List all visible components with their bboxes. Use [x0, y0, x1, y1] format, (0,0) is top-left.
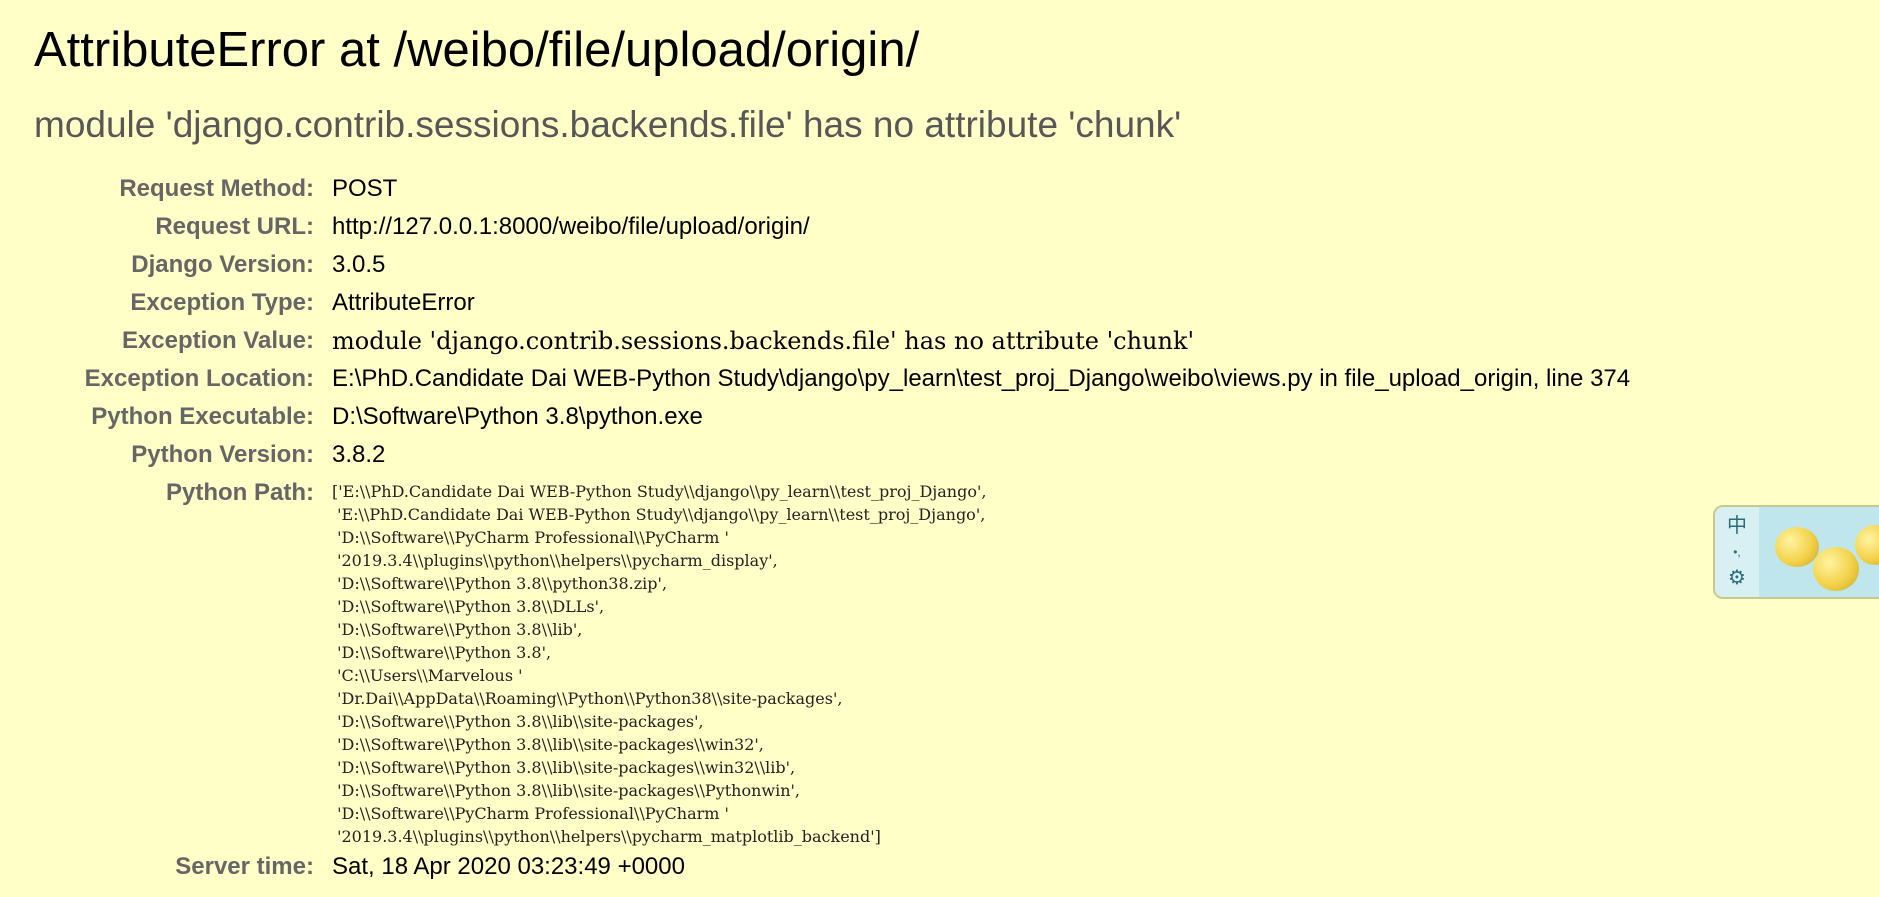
lemon-skin-decoration [1813, 547, 1859, 591]
python-version-label: Python Version: [131, 441, 314, 468]
server-time-label: Server time: [175, 853, 314, 880]
server-time-value: Sat, 18 Apr 2020 03:23:49 +0000 [332, 853, 685, 880]
request-url-value: http://127.0.0.1:8000/weibo/file/upload/… [332, 213, 810, 240]
python-version-value: 3.8.2 [332, 441, 386, 468]
meta-row-exception-value: Exception Value: module 'django.contrib.… [0, 322, 1630, 360]
python-path-label: Python Path: [166, 479, 314, 506]
meta-row-exception-location: Exception Location: E:\PhD.Candidate Dai… [0, 360, 1630, 398]
meta-row-request-url: Request URL: http://127.0.0.1:8000/weibo… [0, 208, 1630, 246]
django-version-label: Django Version: [131, 251, 314, 278]
error-title: AttributeError at /weibo/file/upload/ori… [34, 23, 920, 77]
meta-row-python-executable: Python Executable: D:\Software\Python 3.… [0, 398, 1630, 436]
request-method-label: Request Method: [119, 175, 314, 202]
meta-row-server-time: Server time: Sat, 18 Apr 2020 03:23:49 +… [0, 848, 1630, 886]
exception-type-value: AttributeError [332, 289, 475, 316]
meta-row-python-version: Python Version: 3.8.2 [0, 436, 1630, 474]
ime-toolbar: 中 •, ⚙ [1715, 507, 1759, 597]
exception-location-value: E:\PhD.Candidate Dai WEB-Python Study\dj… [332, 365, 1631, 392]
django-error-page: AttributeError at /weibo/file/upload/ori… [0, 0, 1879, 897]
meta-row-python-path: Python Path: ['E:\\PhD.Candidate Dai WEB… [0, 474, 1630, 848]
meta-row-request-method: Request Method: POST [0, 170, 1630, 208]
django-version-value: 3.0.5 [332, 251, 386, 278]
settings-icon[interactable]: ⚙ [1728, 568, 1746, 588]
python-path-value: ['E:\\PhD.Candidate Dai WEB-Python Study… [332, 482, 987, 846]
python-path-cell: ['E:\\PhD.Candidate Dai WEB-Python Study… [332, 474, 1630, 848]
lemon-skin-decoration [1855, 525, 1879, 565]
exception-location-label: Exception Location: [84, 365, 314, 392]
exception-type-label: Exception Type: [130, 289, 314, 316]
lemon-skin-decoration [1775, 527, 1819, 567]
python-executable-value: D:\Software\Python 3.8\python.exe [332, 403, 703, 430]
punctuation-icon[interactable]: •, [1733, 546, 1741, 558]
chinese-mode-icon[interactable]: 中 [1727, 516, 1747, 536]
request-meta-table: Request Method: POST Request URL: http:/… [0, 170, 1630, 886]
ime-floating-widget[interactable]: 中 •, ⚙ [1713, 505, 1879, 599]
request-method-value: POST [332, 175, 398, 202]
exception-value-label: Exception Value: [121, 327, 314, 354]
request-url-label: Request URL: [155, 213, 314, 240]
python-executable-label: Python Executable: [91, 403, 314, 430]
error-message: module 'django.contrib.sessions.backends… [34, 104, 1182, 145]
exception-value-value: module 'django.contrib.sessions.backends… [332, 327, 1195, 355]
meta-row-django-version: Django Version: 3.0.5 [0, 246, 1630, 284]
meta-row-exception-type: Exception Type: AttributeError [0, 284, 1630, 322]
